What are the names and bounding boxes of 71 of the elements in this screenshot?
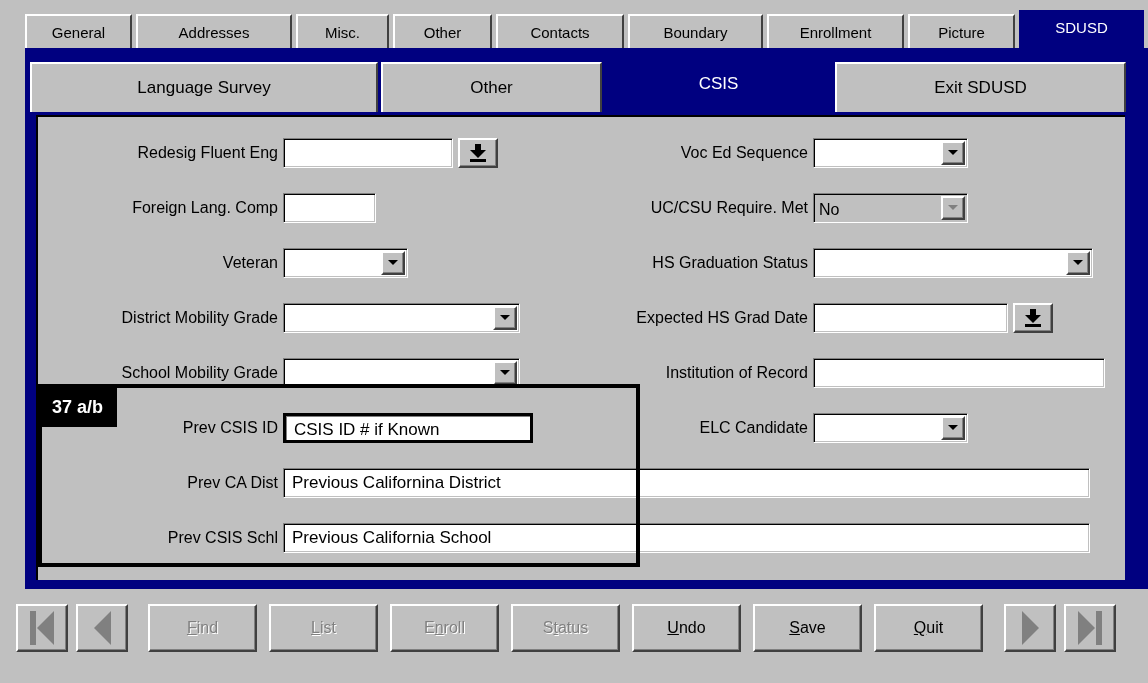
- caret-icon: [948, 204, 958, 211]
- caret-icon: [1073, 259, 1083, 266]
- dropdown-arrow-button[interactable]: [493, 360, 517, 385]
- previous-record-button[interactable]: [76, 604, 128, 652]
- tab[interactable]: SDUSD: [1019, 10, 1144, 48]
- input-field[interactable]: [283, 137, 453, 168]
- calendar-button[interactable]: [458, 137, 498, 168]
- field-label: Institution of Record: [664, 363, 809, 382]
- input-field[interactable]: [813, 302, 1008, 333]
- caret-icon: [948, 149, 958, 156]
- field-label: ELC Candidate: [698, 418, 809, 437]
- next-record-button[interactable]: [1004, 604, 1056, 652]
- caret-icon: [948, 424, 958, 431]
- caret-icon: [500, 369, 510, 376]
- tab[interactable]: Misc.: [296, 14, 389, 48]
- tab[interactable]: Picture: [908, 14, 1015, 48]
- input-field[interactable]: Previous Californina District: [283, 467, 1090, 498]
- calendar-button[interactable]: [1013, 302, 1053, 333]
- field-label: Expected HS Grad Date: [635, 308, 809, 327]
- dropdown-arrow-button[interactable]: [1066, 250, 1090, 275]
- field-label: Prev CSIS Schl: [166, 528, 279, 547]
- field-value: Previous Californina District: [291, 471, 502, 494]
- dropdown-arrow-button[interactable]: [493, 305, 517, 330]
- first-record-button[interactable]: [16, 604, 68, 652]
- input-field[interactable]: CSIS ID # if Known: [283, 412, 533, 443]
- down-arrow-to-line-icon: [1024, 308, 1042, 327]
- dropdown-field[interactable]: [813, 412, 968, 443]
- tab[interactable]: Contacts: [496, 14, 624, 48]
- field-value: CSIS ID # if Known: [293, 418, 441, 438]
- tab[interactable]: Other: [393, 14, 492, 48]
- left-triangle-icon: [92, 611, 112, 645]
- field-label: School Mobility Grade: [120, 363, 279, 382]
- field-label: Redesig Fluent Eng: [136, 143, 279, 162]
- annotation-label: 37 a/b: [42, 388, 118, 427]
- caret-icon: [500, 314, 510, 321]
- field-label: District Mobility Grade: [120, 308, 279, 327]
- action-button[interactable]: Undo: [632, 604, 741, 652]
- down-arrow-to-line-icon: [469, 143, 487, 162]
- field-value: Previous California School: [291, 526, 493, 549]
- caret-icon: [388, 259, 398, 266]
- last-record-button[interactable]: [1064, 604, 1116, 652]
- action-button[interactable]: Save: [753, 604, 862, 652]
- dropdown-field[interactable]: [813, 247, 1093, 278]
- tab[interactable]: Enrollment: [767, 14, 904, 48]
- tab[interactable]: General: [25, 14, 132, 48]
- dropdown-arrow-button[interactable]: [381, 250, 405, 275]
- dropdown-field[interactable]: [283, 302, 520, 333]
- skip-to-end-icon: [1078, 611, 1102, 645]
- tab[interactable]: Language Survey: [30, 62, 378, 112]
- skip-to-start-icon: [30, 611, 54, 645]
- field-label: Veteran: [221, 253, 279, 272]
- field-label: Prev CA Dist: [186, 473, 279, 492]
- field-label: Foreign Lang. Comp: [131, 198, 279, 217]
- field-label: Prev CSIS ID: [181, 418, 279, 437]
- tab[interactable]: Other: [381, 62, 602, 112]
- dropdown-arrow-button[interactable]: [941, 140, 965, 165]
- action-button[interactable]: Quit: [874, 604, 983, 652]
- field-label: HS Graduation Status: [651, 253, 809, 272]
- field-label: UC/CSU Require. Met: [649, 198, 809, 217]
- input-field[interactable]: Previous California School: [283, 522, 1090, 553]
- input-field[interactable]: [813, 357, 1105, 388]
- field-value: No: [818, 199, 841, 220]
- right-triangle-icon: [1020, 611, 1040, 645]
- tab[interactable]: Addresses: [136, 14, 292, 48]
- dropdown-arrow-button[interactable]: [941, 415, 965, 440]
- input-field[interactable]: [283, 192, 376, 223]
- tab[interactable]: Exit SDUSD: [835, 62, 1126, 112]
- dropdown-field[interactable]: [283, 247, 408, 278]
- field-label: Voc Ed Sequence: [679, 143, 809, 162]
- dropdown-field[interactable]: [813, 137, 968, 168]
- tab[interactable]: Boundary: [628, 14, 763, 48]
